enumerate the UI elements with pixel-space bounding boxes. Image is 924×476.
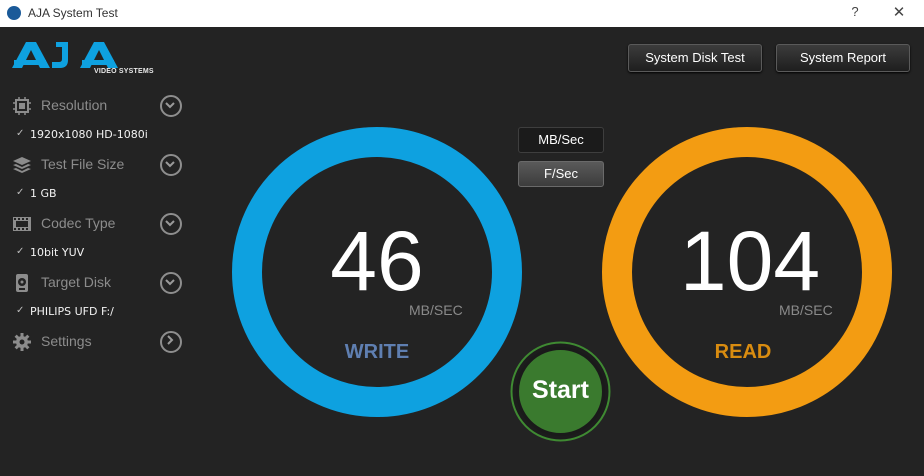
sidebar-item-label: Settings bbox=[41, 333, 92, 349]
sidebar-item-label: Codec Type bbox=[41, 215, 116, 231]
title-bar: AJA System Test ? ✕ bbox=[0, 0, 924, 27]
check-icon: ✓ bbox=[16, 187, 25, 198]
gear-icon bbox=[13, 333, 31, 351]
test-file-size-value: 1 GB bbox=[30, 187, 57, 200]
disk-icon bbox=[16, 274, 28, 292]
read-value: 104 bbox=[679, 214, 821, 308]
mbsec-button[interactable]: MB/Sec bbox=[518, 127, 604, 153]
write-unit: MB/SEC bbox=[409, 302, 463, 318]
write-label: WRITE bbox=[344, 341, 410, 363]
start-button[interactable]: Start bbox=[510, 341, 611, 442]
read-label: READ bbox=[714, 341, 772, 363]
chevron-down-icon[interactable] bbox=[160, 154, 182, 176]
system-report-button[interactable]: System Report bbox=[776, 44, 910, 72]
logo-subtitle: VIDEO SYSTEMS bbox=[94, 68, 154, 75]
chevron-down-icon[interactable] bbox=[160, 213, 182, 235]
sidebar-item-target-disk[interactable]: Target Disk bbox=[10, 270, 185, 296]
film-icon bbox=[13, 217, 31, 231]
fsec-button[interactable]: F/Sec bbox=[518, 161, 604, 187]
chevron-right-icon[interactable] bbox=[160, 331, 182, 353]
sidebar-item-codec-type[interactable]: Codec Type bbox=[10, 211, 185, 237]
codec-type-value: 10bit YUV bbox=[30, 246, 85, 259]
sidebar-item-resolution[interactable]: Resolution bbox=[10, 93, 185, 119]
help-button[interactable]: ? bbox=[846, 4, 864, 22]
window-title: AJA System Test bbox=[28, 6, 118, 20]
sidebar-item-label: Test File Size bbox=[41, 156, 125, 172]
sidebar-item-label: Resolution bbox=[41, 97, 108, 113]
app-icon bbox=[7, 6, 21, 20]
chevron-down-icon[interactable] bbox=[160, 272, 182, 294]
system-disk-test-button[interactable]: System Disk Test bbox=[628, 44, 762, 72]
write-value: 46 bbox=[330, 214, 424, 308]
check-icon: ✓ bbox=[16, 246, 25, 257]
read-unit: MB/SEC bbox=[779, 302, 833, 318]
check-icon: ✓ bbox=[16, 128, 25, 139]
sidebar-item-settings[interactable]: Settings bbox=[10, 329, 185, 355]
stack-icon bbox=[13, 157, 31, 173]
target-disk-value: PHILIPS UFD F:/ bbox=[30, 305, 114, 318]
start-label: Start bbox=[532, 376, 589, 404]
sidebar-item-test-file-size[interactable]: Test File Size bbox=[10, 152, 185, 178]
chevron-down-icon[interactable] bbox=[160, 95, 182, 117]
resolution-value: 1920x1080 HD-1080i bbox=[30, 128, 148, 141]
close-button[interactable]: ✕ bbox=[886, 3, 912, 23]
check-icon: ✓ bbox=[16, 305, 25, 316]
chip-icon bbox=[13, 97, 31, 115]
sidebar-item-label: Target Disk bbox=[41, 274, 112, 290]
main-panel: VIDEO SYSTEMS Resolution ✓ 1920x1080 HD-… bbox=[0, 27, 924, 476]
